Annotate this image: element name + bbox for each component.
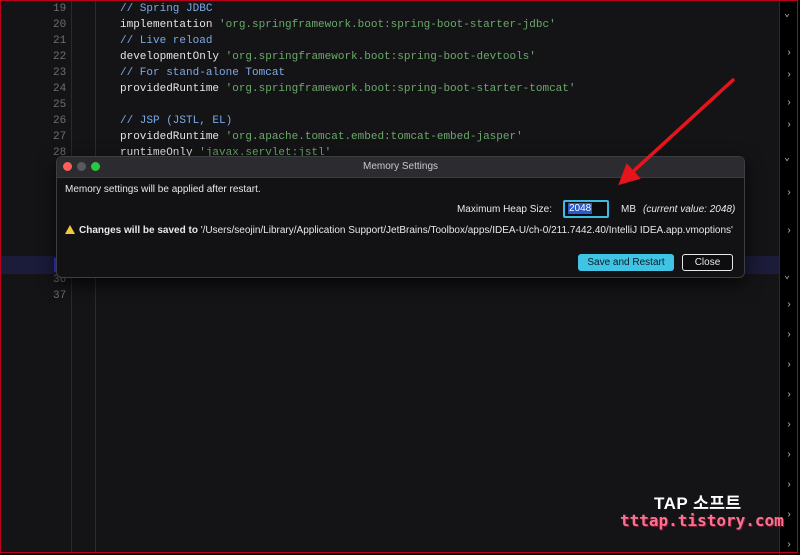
code-comment: // Live reload [120, 35, 213, 47]
code-line: 19 // Spring JDBC [1, 1, 779, 17]
code-line: 26 // JSP (JSTL, EL) [1, 113, 779, 129]
chevron-right-icon[interactable]: › [786, 480, 792, 491]
chevron-down-icon[interactable]: ⌄ [784, 8, 790, 20]
code-text: // JSP (JSTL, EL) [120, 113, 232, 129]
chevron-right-icon[interactable]: › [786, 70, 792, 81]
chevron-right-icon[interactable]: › [786, 510, 792, 521]
code-line: 25 [1, 97, 779, 113]
unit-label: MB [621, 204, 636, 215]
heap-size-value: 2048 [568, 203, 593, 214]
chevron-down-icon[interactable]: ⌄ [784, 152, 790, 164]
chevron-right-icon[interactable]: › [786, 48, 792, 59]
watermark-url: tttap.tistory.com [620, 511, 784, 530]
code-line: 20 implementation 'org.springframework.bo… [1, 17, 779, 33]
line-number: 22 [53, 51, 67, 63]
warning-bold-text: Changes will be saved to [79, 225, 198, 236]
code-keyword: providedRuntime [120, 83, 226, 95]
code-text: developmentOnly 'org.springframework.boo… [120, 49, 536, 65]
line-number: 37 [53, 290, 67, 302]
vmoptions-path: '/Users/seojin/Library/Application Suppo… [197, 225, 733, 236]
line-number: 27 [53, 131, 67, 143]
chevron-right-icon[interactable]: › [786, 226, 792, 237]
chevron-right-icon[interactable]: › [786, 360, 792, 371]
code-comment: // JSP (JSTL, EL) [120, 115, 233, 127]
dialog-titlebar[interactable]: Memory Settings [57, 157, 744, 178]
code-string: 'org.springframework.boot:spring-boot-st… [225, 83, 576, 95]
code-line: 22 developmentOnly 'org.springframework.b… [1, 49, 779, 65]
chevron-right-icon[interactable]: › [786, 330, 792, 341]
code-line: 27 providedRuntime 'org.apache.tomcat.emb… [1, 129, 779, 145]
warning-row: Changes will be saved to '/Users/seojin/… [65, 224, 733, 236]
code-line: 24 providedRuntime 'org.springframework.b… [1, 81, 779, 97]
code-line: 23 // For stand-alone Tomcat [1, 65, 779, 81]
dialog-title: Memory Settings [362, 161, 439, 172]
code-text: providedRuntime 'org.apache.tomcat.embed… [120, 129, 523, 145]
line-number: 25 [53, 99, 67, 111]
code-keyword: providedRuntime [120, 131, 226, 143]
line-number: 24 [53, 83, 67, 95]
code-string: 'org.apache.tomcat.embed:tomcat-embed-ja… [225, 131, 523, 143]
code-text: providedRuntime 'org.springframework.boo… [120, 81, 575, 97]
close-button[interactable]: Close [682, 254, 733, 271]
line-number: 20 [53, 19, 67, 31]
code-keyword: implementation [120, 19, 220, 31]
code-string: 'org.springframework.boot:spring-boot-st… [219, 19, 556, 31]
chevron-right-icon[interactable]: › [786, 390, 792, 401]
line-number: 19 [53, 3, 67, 15]
chevron-right-icon[interactable]: › [786, 98, 792, 109]
code-line: 21 // Live reload [1, 33, 779, 49]
chevron-right-icon[interactable]: › [786, 120, 792, 131]
current-value-label: (current value: 2048) [643, 204, 736, 215]
code-keyword: developmentOnly [120, 51, 226, 63]
restart-message: Memory settings will be applied after re… [65, 184, 261, 195]
code-comment: // Spring JDBC [120, 3, 213, 15]
code-line: 37 [1, 288, 779, 304]
line-number: 28 [53, 147, 67, 159]
code-comment: // For stand-alone Tomcat [120, 67, 286, 79]
code-text: // Spring JDBC [120, 1, 212, 17]
code-string: 'org.springframework.boot:spring-boot-de… [225, 51, 536, 63]
heap-size-label: Maximum Heap Size: [456, 204, 552, 215]
right-tool-strip: ⌄ › › › › ⌄ › › ⌄ › › › › › › › › › [780, 0, 800, 555]
memory-settings-dialog: Memory Settings Memory settings will be … [56, 156, 745, 278]
line-number: 26 [53, 115, 67, 127]
warning-icon [65, 225, 75, 234]
code-text: implementation 'org.springframework.boot… [120, 17, 556, 33]
chevron-right-icon[interactable]: › [786, 188, 792, 199]
line-number: 23 [53, 67, 67, 79]
chevron-right-icon[interactable]: › [786, 300, 792, 311]
save-and-restart-button[interactable]: Save and Restart [578, 254, 674, 271]
chevron-right-icon[interactable]: › [786, 450, 792, 461]
heap-size-input[interactable]: 2048 [563, 200, 609, 218]
code-text: // Live reload [120, 33, 212, 49]
line-number: 21 [53, 35, 67, 47]
code-text: // For stand-alone Tomcat [120, 65, 285, 81]
line-number: 36 [53, 274, 67, 286]
chevron-down-icon[interactable]: ⌄ [784, 270, 790, 282]
chevron-right-icon[interactable]: › [786, 540, 792, 551]
chevron-right-icon[interactable]: › [786, 420, 792, 431]
